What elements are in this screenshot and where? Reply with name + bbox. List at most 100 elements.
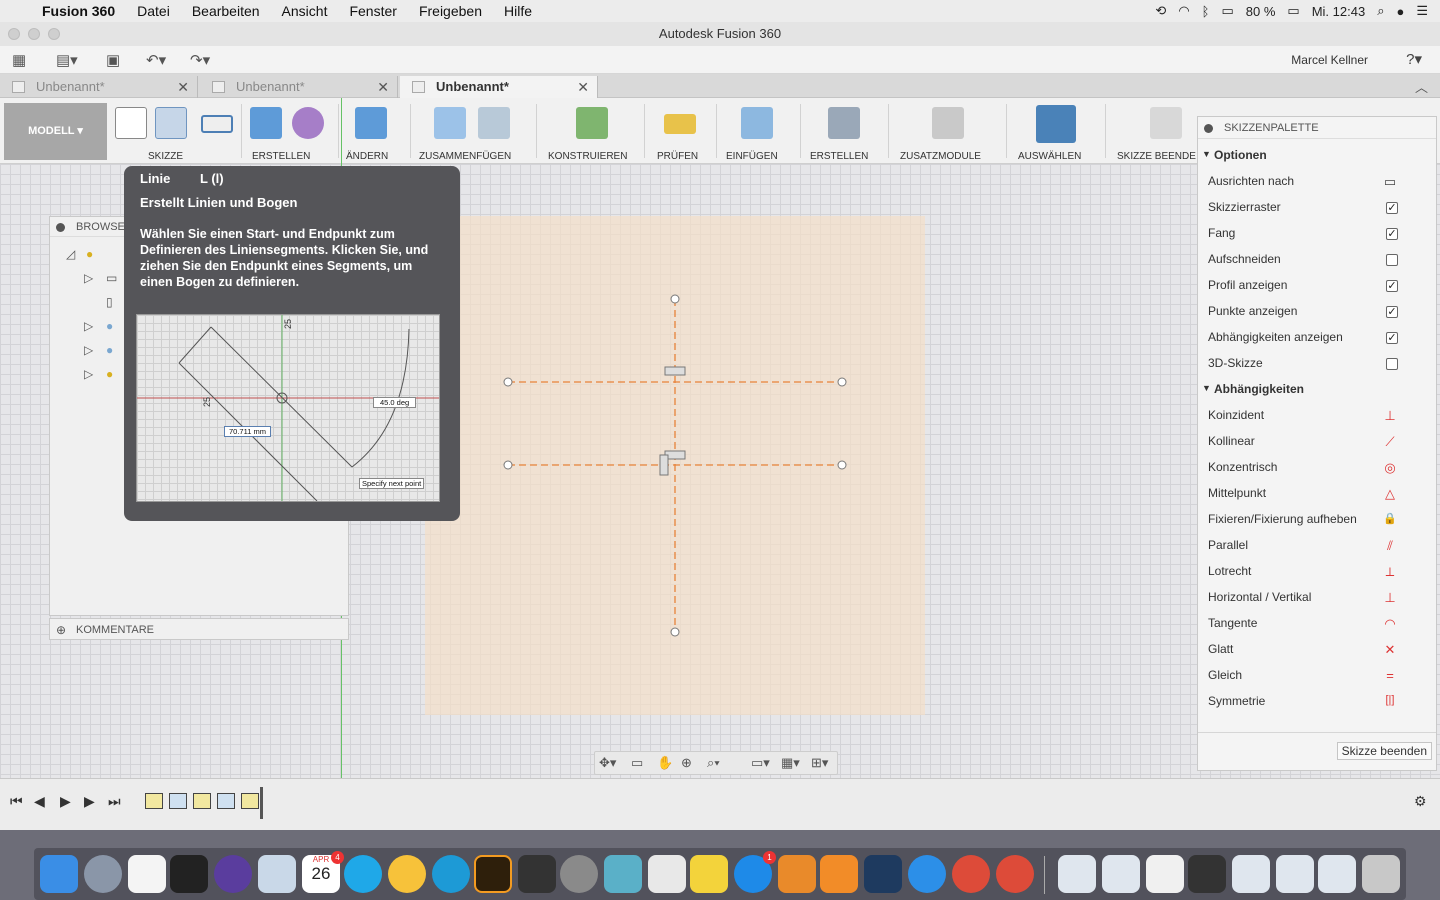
system-preferences-icon[interactable] <box>560 855 598 893</box>
launchpad-icon[interactable] <box>84 855 122 893</box>
visibility-bulb-icon[interactable]: ● <box>106 319 113 333</box>
window-thumbnail[interactable] <box>1276 855 1314 893</box>
expand-panel-icon[interactable]: ⊕ <box>56 619 66 641</box>
concentric-icon[interactable]: ◎ <box>1382 460 1398 476</box>
pinwheel-app-icon[interactable] <box>604 855 642 893</box>
smooth-icon[interactable]: ✕ <box>1382 642 1398 658</box>
collapse-palette-icon[interactable] <box>1204 124 1213 133</box>
zoom-icon[interactable]: ⊕ <box>681 755 692 771</box>
coincident-icon[interactable]: ⊥ <box>1382 408 1398 424</box>
constraint-parallel[interactable]: Parallel ⫽ <box>1208 538 1430 556</box>
timeline-feature-extrude[interactable] <box>169 793 187 809</box>
checkbox[interactable] <box>1386 254 1398 266</box>
window-thumbnail[interactable] <box>1146 855 1184 893</box>
collapse-panel-icon[interactable] <box>56 223 65 232</box>
chrome-icon[interactable] <box>952 855 990 893</box>
safari-icon[interactable] <box>908 855 946 893</box>
checkbox[interactable] <box>1386 358 1398 370</box>
expand-node-icon[interactable]: ▷ <box>84 367 93 381</box>
options-section-label[interactable]: Optionen <box>1214 148 1267 162</box>
constraint-gleich[interactable]: Gleich = <box>1208 668 1430 686</box>
display-settings-icon[interactable]: ▭▾ <box>751 755 770 771</box>
window-thumbnail[interactable] <box>1232 855 1270 893</box>
preview-icon[interactable] <box>258 855 296 893</box>
lock-icon[interactable]: 🔒 <box>1382 512 1398 528</box>
parallel-icon[interactable]: ⫽ <box>1382 538 1398 554</box>
symmetry-icon[interactable]: [|] <box>1382 694 1398 710</box>
option-abhaengigkeiten-anzeigen[interactable]: Abhängigkeiten anzeigen ✓ <box>1208 330 1430 348</box>
checkbox[interactable]: ✓ <box>1386 280 1398 292</box>
finder-icon[interactable] <box>40 855 78 893</box>
app-store-icon[interactable]: 1 <box>734 851 776 893</box>
fusion-360-icon[interactable] <box>820 855 858 893</box>
constraint-koinzident[interactable]: Koinzident ⊥ <box>1208 408 1430 426</box>
terminal-icon[interactable] <box>170 855 208 893</box>
horizontal-vertical-icon[interactable]: ⊥ <box>1382 590 1398 606</box>
option-fang[interactable]: Fang ✓ <box>1208 226 1430 244</box>
zoom-window-icon[interactable]: ⌕▾ <box>707 755 720 771</box>
visibility-bulb-icon[interactable]: ● <box>106 343 113 357</box>
grid-settings-icon[interactable]: ▦▾ <box>781 755 800 771</box>
textedit-icon[interactable] <box>128 855 166 893</box>
visibility-bulb-icon[interactable]: ● <box>106 367 113 381</box>
c-app-icon[interactable] <box>432 855 470 893</box>
script-editor-icon[interactable] <box>648 855 686 893</box>
constraint-tangente[interactable]: Tangente ◠ <box>1208 616 1430 634</box>
illustrator-icon[interactable] <box>474 855 512 893</box>
timeline-settings-icon[interactable]: ⚙ <box>1414 793 1427 810</box>
skype-icon[interactable] <box>344 855 382 893</box>
finish-sketch-button[interactable]: Skizze beenden <box>1336 742 1432 760</box>
look-at-icon[interactable]: ▭ <box>1382 174 1398 190</box>
expand-node-icon[interactable]: ▷ <box>84 343 93 357</box>
midpoint-icon[interactable]: △ <box>1382 486 1398 502</box>
look-at-icon[interactable]: ▭ <box>631 755 643 771</box>
constraint-mittelpunkt[interactable]: Mittelpunkt △ <box>1208 486 1430 504</box>
go-to-end-icon[interactable]: ⏭ <box>108 793 121 810</box>
timeline-marker[interactable] <box>260 787 263 819</box>
constraint-symmetrie[interactable]: Symmetrie [|] <box>1208 694 1430 712</box>
timeline-feature-sketch[interactable] <box>145 793 163 809</box>
inkscape-icon[interactable] <box>518 855 556 893</box>
play-icon[interactable]: ▶ <box>60 793 71 810</box>
constraint-fixieren[interactable]: Fixieren/Fixierung aufheben 🔒 <box>1208 512 1430 530</box>
tangent-icon[interactable]: ◠ <box>1382 616 1398 632</box>
option-punkte-anzeigen[interactable]: Punkte anzeigen ✓ <box>1208 304 1430 322</box>
calendar-icon[interactable]: APR 26 4 <box>302 851 344 893</box>
option-aufschneiden[interactable]: Aufschneiden <box>1208 252 1430 270</box>
orbit-icon[interactable]: ✥▾ <box>599 755 616 771</box>
eagle-icon[interactable] <box>778 855 816 893</box>
perpendicular-icon[interactable]: ⟂ <box>1382 564 1398 580</box>
step-back-icon[interactable]: ◀ <box>34 793 45 810</box>
pan-icon[interactable]: ✋ <box>657 755 673 771</box>
constraint-glatt[interactable]: Glatt ✕ <box>1208 642 1430 660</box>
photos-icon[interactable] <box>388 855 426 893</box>
bracket-app-icon[interactable] <box>864 855 902 893</box>
step-forward-icon[interactable]: ▶ <box>84 793 95 810</box>
collinear-icon[interactable]: ⟋ <box>1382 434 1398 450</box>
comments-panel[interactable]: ⊕ KOMMENTARE <box>49 618 349 640</box>
checkbox[interactable]: ✓ <box>1386 202 1398 214</box>
siri-icon[interactable] <box>214 855 252 893</box>
wunderlist-icon[interactable] <box>690 855 728 893</box>
timeline-feature-sketch[interactable] <box>241 793 259 809</box>
timeline-feature-extrude[interactable] <box>217 793 235 809</box>
expand-root-icon[interactable]: ◿ <box>66 247 75 261</box>
constraint-konzentrisch[interactable]: Konzentrisch ◎ <box>1208 460 1430 478</box>
option-ausrichten-nach[interactable]: Ausrichten nach ▭ <box>1208 174 1430 192</box>
option-3d-skizze[interactable]: 3D-Skizze <box>1208 356 1430 374</box>
constraints-section-label[interactable]: Abhängigkeiten <box>1214 382 1304 396</box>
checkbox[interactable]: ✓ <box>1386 332 1398 344</box>
window-thumbnail[interactable] <box>1058 855 1096 893</box>
option-skizzierraster[interactable]: Skizzierraster ✓ <box>1208 200 1430 218</box>
checkbox[interactable]: ✓ <box>1386 228 1398 240</box>
option-profil-anzeigen[interactable]: Profil anzeigen ✓ <box>1208 278 1430 296</box>
checkbox[interactable]: ✓ <box>1386 306 1398 318</box>
visibility-bulb-icon[interactable]: ● <box>86 247 93 261</box>
window-thumbnail[interactable] <box>1188 855 1226 893</box>
chrome-icon[interactable] <box>996 855 1034 893</box>
viewports-icon[interactable]: ⊞▾ <box>811 755 828 771</box>
trash-icon[interactable] <box>1362 855 1400 893</box>
expand-node-icon[interactable]: ▷ <box>84 271 93 285</box>
options-collapse-icon[interactable]: ▼ <box>1202 149 1211 159</box>
expand-node-icon[interactable]: ▷ <box>84 319 93 333</box>
